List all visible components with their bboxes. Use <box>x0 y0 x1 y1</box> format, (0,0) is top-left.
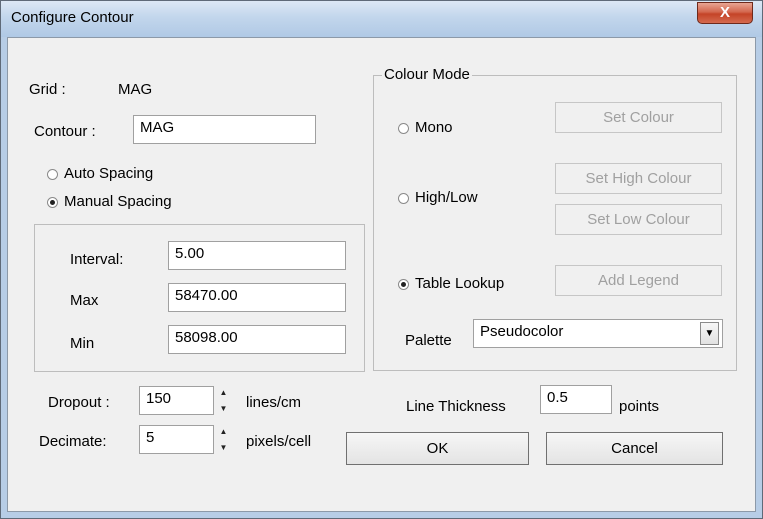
dropout-input[interactable]: 150 <box>139 386 214 415</box>
manual-spacing-label[interactable]: Manual Spacing <box>64 193 172 210</box>
decimate-input[interactable]: 5 <box>139 425 214 454</box>
contour-label: Contour : <box>34 123 96 140</box>
min-input[interactable]: 58098.00 <box>168 325 346 354</box>
line-thickness-label: Line Thickness <box>406 398 506 415</box>
ok-button[interactable]: OK <box>346 432 529 465</box>
manual-spacing-radio[interactable] <box>47 197 58 208</box>
dropout-unit: lines/cm <box>246 394 302 411</box>
chevron-down-icon[interactable]: ▼ <box>700 322 719 345</box>
spin-down-icon[interactable]: ▼ <box>216 401 231 417</box>
auto-spacing-radio[interactable] <box>47 169 58 180</box>
colour-mode-caption: Colour Mode <box>382 66 472 83</box>
set-high-colour-button[interactable]: Set High Colour <box>555 163 722 194</box>
close-icon: X <box>719 4 730 21</box>
interval-input[interactable]: 5.00 <box>168 241 346 270</box>
highlow-label[interactable]: High/Low <box>415 189 478 206</box>
grid-value: MAG <box>118 81 153 98</box>
max-input[interactable]: 58470.00 <box>168 283 346 312</box>
table-lookup-radio[interactable] <box>398 279 409 290</box>
dialog-window: Configure Contour X Grid : MAG Contour :… <box>0 0 763 519</box>
line-thickness-unit: points <box>619 398 660 415</box>
palette-select[interactable]: Pseudocolor <box>473 319 723 348</box>
contour-input[interactable]: MAG <box>133 115 316 144</box>
highlow-radio[interactable] <box>398 193 409 204</box>
min-label: Min <box>70 335 95 352</box>
auto-spacing-label[interactable]: Auto Spacing <box>64 165 153 182</box>
line-thickness-input[interactable]: 0.5 <box>540 385 612 414</box>
table-lookup-label[interactable]: Table Lookup <box>415 275 504 292</box>
spin-up-icon[interactable]: ▲ <box>216 424 231 440</box>
interval-label: Interval: <box>70 251 124 268</box>
decimate-unit: pixels/cell <box>246 433 312 450</box>
palette-value: Pseudocolor <box>480 323 564 340</box>
set-colour-button[interactable]: Set Colour <box>555 102 722 133</box>
dropout-label: Dropout : <box>48 394 110 411</box>
add-legend-button[interactable]: Add Legend <box>555 265 722 296</box>
mono-label[interactable]: Mono <box>415 119 453 136</box>
decimate-stepper[interactable]: ▲ ▼ <box>216 424 231 456</box>
close-button[interactable]: X <box>697 2 753 24</box>
mono-radio[interactable] <box>398 123 409 134</box>
max-label: Max <box>70 292 99 309</box>
window-title: Configure Contour <box>11 9 134 26</box>
cancel-button[interactable]: Cancel <box>546 432 723 465</box>
dropout-stepper[interactable]: ▲ ▼ <box>216 385 231 417</box>
spin-up-icon[interactable]: ▲ <box>216 385 231 401</box>
set-low-colour-button[interactable]: Set Low Colour <box>555 204 722 235</box>
palette-label: Palette <box>405 332 452 349</box>
spin-down-icon[interactable]: ▼ <box>216 440 231 456</box>
title-bar[interactable]: Configure Contour X <box>1 1 762 37</box>
decimate-label: Decimate: <box>39 433 107 450</box>
grid-label: Grid : <box>29 81 66 98</box>
dialog-body: Grid : MAG Contour : MAG Auto Spacing Ma… <box>7 37 756 512</box>
